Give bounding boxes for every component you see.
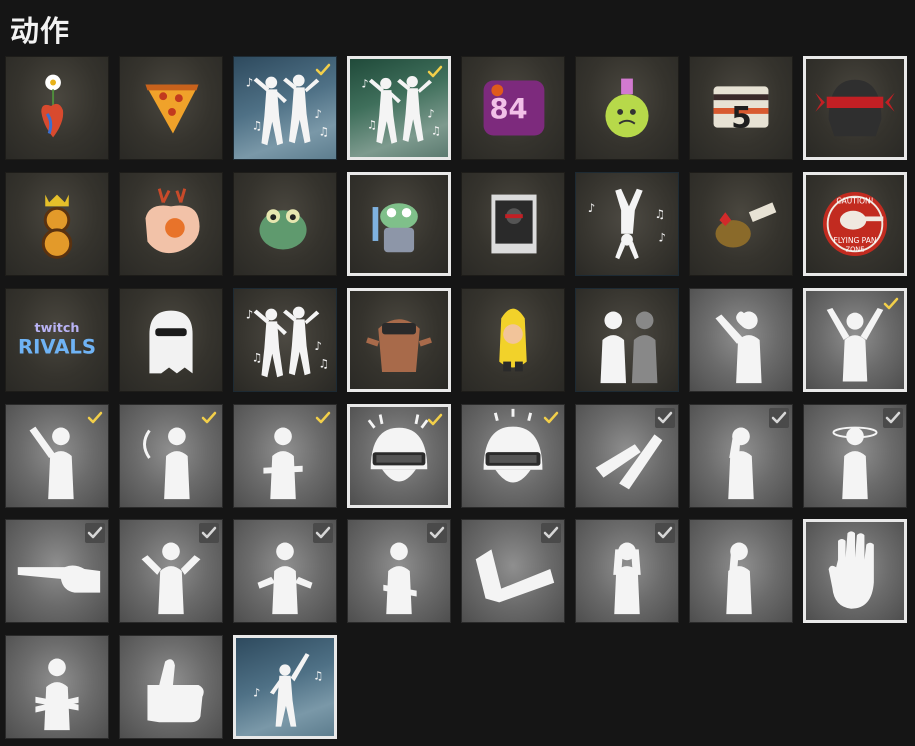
emote-tile[interactable] [119, 635, 223, 739]
emote-tile[interactable]: ♪ ♫ ♪ [575, 172, 679, 276]
emote-tile[interactable]: 84 [461, 56, 565, 160]
emote-tile[interactable] [233, 519, 337, 623]
svg-text:♪: ♪ [246, 307, 254, 321]
check-icon [85, 523, 105, 543]
check-icon [655, 408, 675, 428]
emote-tile[interactable] [347, 519, 451, 623]
check-icon [541, 523, 561, 543]
emote-tile[interactable] [461, 288, 565, 392]
check-icon [541, 408, 561, 428]
check-icon [313, 523, 333, 543]
svg-text:♪: ♪ [588, 201, 596, 215]
svg-text:♫: ♫ [313, 669, 323, 682]
emote-tile[interactable] [575, 404, 679, 508]
svg-text:5: 5 [731, 101, 751, 135]
emote-tile[interactable]: 5 [689, 56, 793, 160]
emote-tile[interactable] [119, 404, 223, 508]
check-icon [199, 523, 219, 543]
check-icon [85, 408, 105, 428]
emote-tile[interactable]: twitch RIVALS [5, 288, 109, 392]
emote-tile[interactable] [689, 404, 793, 508]
svg-text:♫: ♫ [318, 124, 329, 138]
svg-text:twitch: twitch [35, 321, 80, 336]
svg-text:♪: ♪ [314, 107, 321, 121]
check-icon [881, 294, 901, 314]
svg-text:♪: ♪ [314, 339, 321, 353]
svg-text:♫: ♫ [431, 124, 441, 137]
emote-tile[interactable] [233, 404, 337, 508]
emote-tile[interactable] [119, 519, 223, 623]
emote-tile[interactable] [575, 288, 679, 392]
emote-tile[interactable] [803, 56, 907, 160]
emote-tile[interactable] [5, 519, 109, 623]
svg-text:♪: ♪ [427, 107, 434, 120]
emote-tile[interactable] [119, 288, 223, 392]
emote-tile[interactable] [461, 172, 565, 276]
svg-text:ZONE: ZONE [846, 245, 865, 253]
svg-text:RIVALS: RIVALS [18, 336, 96, 359]
emote-tile[interactable]: ♪ ♫ ♪ ♫ [233, 56, 337, 160]
emote-tile[interactable]: ♪ ♫ [233, 635, 337, 739]
emote-tile[interactable] [347, 172, 451, 276]
check-icon [655, 523, 675, 543]
emote-tile[interactable] [5, 56, 109, 160]
emote-tile[interactable] [803, 288, 907, 392]
svg-text:CAUTION!: CAUTION! [836, 196, 873, 205]
emote-tile[interactable] [5, 172, 109, 276]
emote-tile[interactable] [803, 519, 907, 623]
emote-tile[interactable] [689, 519, 793, 623]
emote-tile[interactable] [347, 404, 451, 508]
check-icon [199, 408, 219, 428]
check-icon [883, 408, 903, 428]
emote-tile[interactable] [689, 172, 793, 276]
emote-tile[interactable] [461, 519, 565, 623]
svg-text:♫: ♫ [252, 119, 263, 133]
svg-text:♫: ♫ [252, 351, 263, 365]
emote-tile[interactable] [233, 172, 337, 276]
emote-tile[interactable]: CAUTION! FLYING PAN ZONE [803, 172, 907, 276]
check-icon [313, 408, 333, 428]
emote-tile[interactable] [119, 172, 223, 276]
emote-tile[interactable]: ♪ ♫ ♪ ♫ [347, 56, 451, 160]
svg-text:♪: ♪ [253, 686, 260, 699]
svg-text:FLYING PAN: FLYING PAN [834, 236, 877, 245]
emote-tile[interactable] [575, 519, 679, 623]
check-icon [769, 408, 789, 428]
emote-tile[interactable] [5, 404, 109, 508]
emote-tile[interactable] [119, 56, 223, 160]
svg-text:84: 84 [489, 94, 527, 125]
check-icon [427, 523, 447, 543]
emote-tile[interactable] [575, 56, 679, 160]
svg-text:♫: ♫ [367, 119, 377, 132]
emote-tile[interactable] [689, 288, 793, 392]
check-icon [425, 62, 445, 82]
emote-tile[interactable] [5, 635, 109, 739]
svg-text:♪: ♪ [246, 75, 254, 89]
svg-text:♪: ♪ [361, 77, 368, 90]
svg-text:♫: ♫ [318, 356, 329, 370]
emote-tile[interactable] [803, 404, 907, 508]
emote-tile[interactable] [347, 288, 451, 392]
svg-text:♪: ♪ [658, 231, 666, 245]
emote-tile[interactable] [461, 404, 565, 508]
svg-text:♫: ♫ [654, 207, 665, 221]
check-icon [313, 60, 333, 80]
check-icon [425, 410, 445, 430]
emote-grid: ♪ ♫ ♪ ♫ ♪ ♫ ♪ ♫ 84 5 ♪ ♫ ♪ CAUTION! FLYING PAN Z… [0, 0, 915, 746]
emote-tile[interactable]: ♪ ♫ ♪ ♫ [233, 288, 337, 392]
